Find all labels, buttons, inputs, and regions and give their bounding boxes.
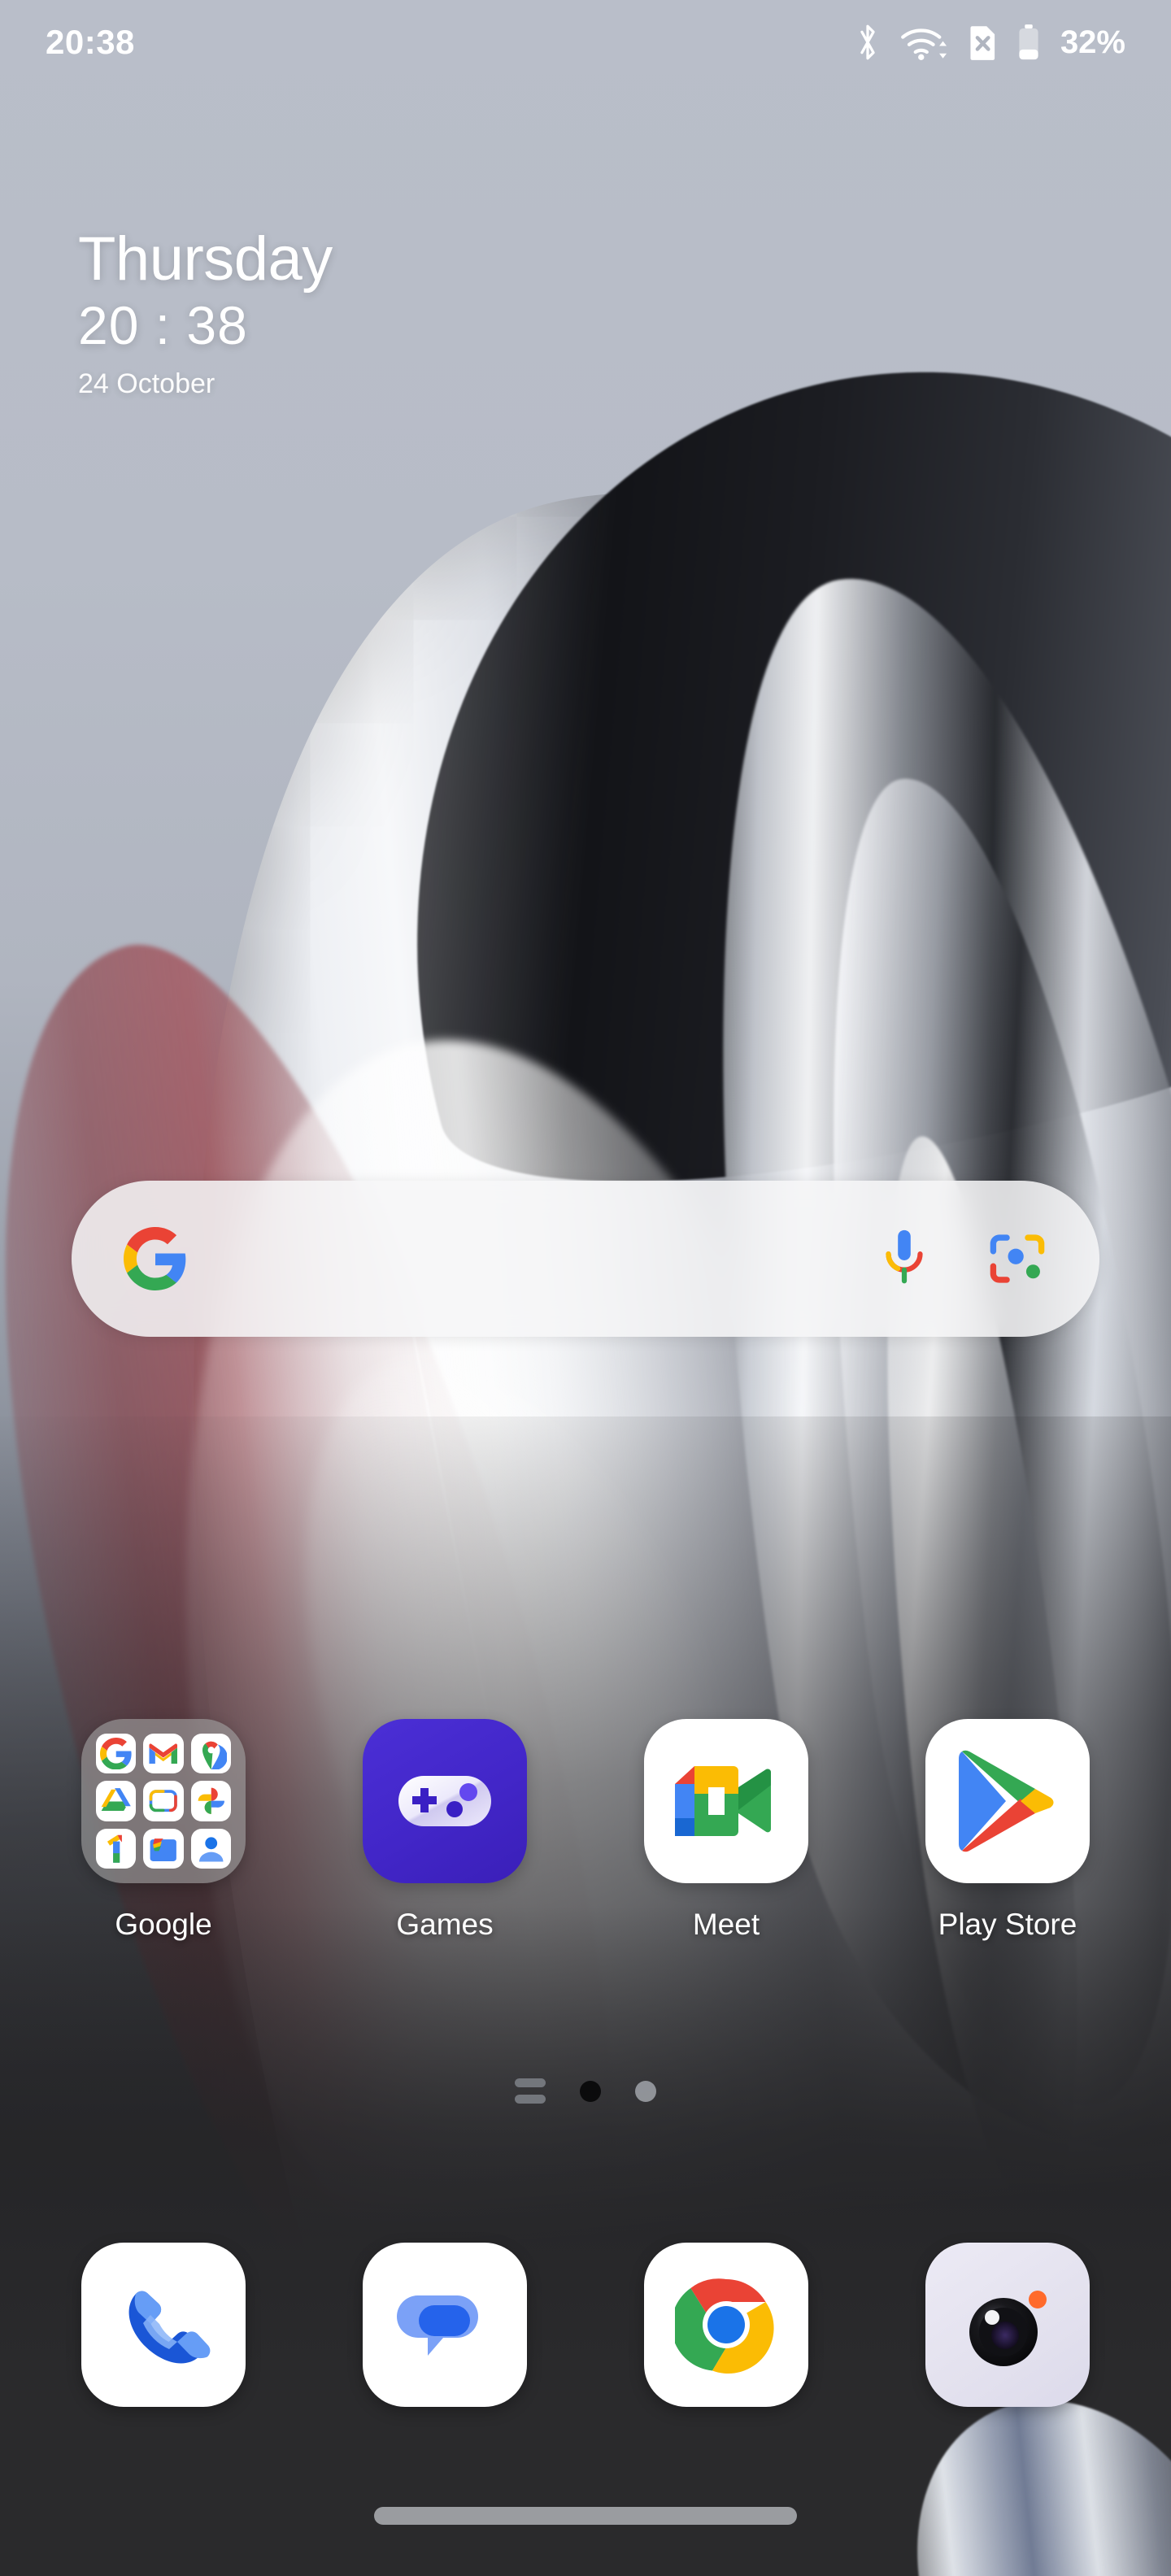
clock-widget-date: 24 October bbox=[78, 368, 215, 399]
phone-icon[interactable] bbox=[81, 2243, 246, 2407]
folder-app-chat bbox=[143, 1781, 184, 1821]
app-label-google: Google bbox=[115, 1908, 212, 1941]
battery-icon bbox=[1019, 24, 1038, 60]
dock-item-messages[interactable] bbox=[304, 2243, 586, 2407]
app-list-button[interactable] bbox=[515, 2078, 546, 2104]
google-g-icon bbox=[124, 1227, 186, 1290]
page-indicator bbox=[0, 2078, 1171, 2104]
no-sim-icon bbox=[970, 26, 995, 60]
games-icon[interactable] bbox=[363, 1719, 527, 1883]
messages-icon[interactable] bbox=[363, 2243, 527, 2407]
app-label-play-store: Play Store bbox=[938, 1908, 1077, 1941]
status-bar[interactable]: 20:38 32% bbox=[0, 0, 1171, 85]
chrome-icon[interactable] bbox=[644, 2243, 808, 2407]
folder-app-gmail bbox=[143, 1734, 184, 1774]
folder-app-maps bbox=[190, 1734, 231, 1774]
google-folder-icon[interactable] bbox=[81, 1719, 246, 1883]
dock-item-chrome[interactable] bbox=[586, 2243, 867, 2407]
status-bar-clock: 20:38 bbox=[46, 23, 135, 61]
status-bar-icons: 32% bbox=[854, 23, 1125, 62]
folder-app-drive bbox=[96, 1781, 137, 1821]
app-item-games[interactable]: Games bbox=[304, 1719, 586, 1942]
navigation-bar bbox=[0, 2456, 1171, 2576]
app-label-meet: Meet bbox=[692, 1908, 760, 1941]
microphone-icon[interactable] bbox=[882, 1227, 927, 1290]
app-item-google-folder[interactable]: Google bbox=[23, 1719, 304, 1942]
battery-percentage: 32% bbox=[1060, 24, 1125, 60]
folder-app-files bbox=[143, 1828, 184, 1869]
clock-widget[interactable]: Thursday 20 : 38 24 October bbox=[78, 224, 333, 405]
google-lens-icon[interactable] bbox=[987, 1229, 1047, 1289]
folder-app-contacts bbox=[190, 1828, 231, 1869]
app-label-games: Games bbox=[396, 1908, 494, 1941]
page-dot-1[interactable] bbox=[580, 2080, 601, 2102]
google-meet-icon[interactable] bbox=[644, 1719, 808, 1883]
wifi-icon bbox=[901, 28, 947, 60]
play-store-icon[interactable] bbox=[925, 1719, 1090, 1883]
dock bbox=[0, 2243, 1171, 2407]
bluetooth-icon bbox=[860, 24, 875, 60]
folder-app-google-one bbox=[96, 1828, 137, 1869]
folder-app-google bbox=[96, 1734, 137, 1774]
camera-icon[interactable] bbox=[925, 2243, 1090, 2407]
google-search-bar[interactable] bbox=[72, 1181, 1099, 1337]
app-item-play-store[interactable]: Play Store bbox=[867, 1719, 1148, 1942]
dock-item-camera[interactable] bbox=[867, 2243, 1148, 2407]
page-dot-2[interactable] bbox=[635, 2080, 656, 2102]
dock-item-phone[interactable] bbox=[23, 2243, 304, 2407]
clock-widget-day: Thursday bbox=[78, 224, 333, 294]
clock-widget-time: 20 : 38 bbox=[78, 295, 248, 356]
app-grid: Google Games Meet Play Store bbox=[0, 1719, 1171, 1942]
folder-app-photos bbox=[190, 1781, 231, 1821]
home-screen: 20:38 32% Thursday 20: 38 24 October Go… bbox=[0, 0, 1171, 2576]
app-item-meet[interactable]: Meet bbox=[586, 1719, 867, 1942]
gesture-home-pill[interactable] bbox=[374, 2507, 797, 2525]
